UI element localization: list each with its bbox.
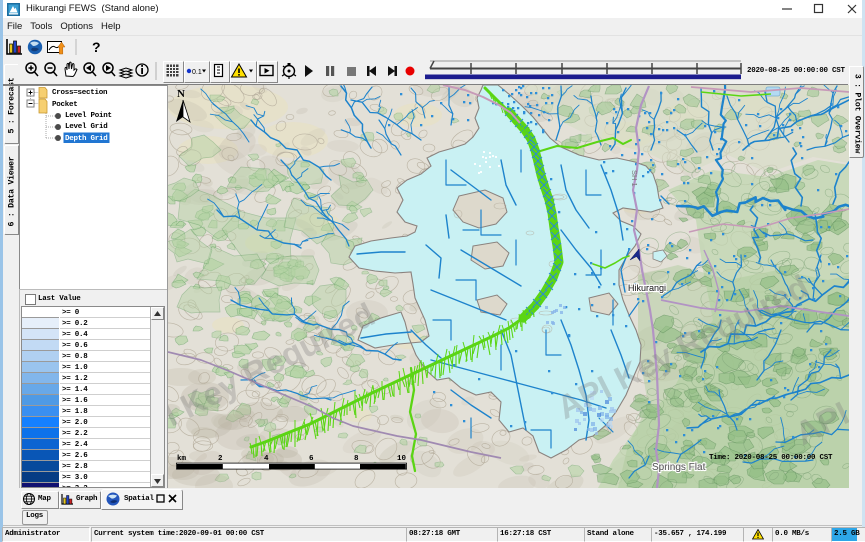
svg-text:km: km (177, 455, 187, 463)
svg-text:8: 8 (354, 455, 359, 463)
svg-text:10: 10 (397, 455, 407, 463)
svg-text:4: 4 (264, 455, 269, 463)
svg-text:2: 2 (218, 455, 223, 463)
svg-text:6: 6 (309, 455, 314, 463)
svg-text:Springs Flat: Springs Flat (652, 462, 706, 473)
svg-text:N: N (177, 88, 185, 100)
svg-text:?: ? (92, 39, 101, 55)
svg-text:Hikurangi: Hikurangi (628, 283, 666, 293)
svg-text:Time: 2020-08-25 00:00:00 CST: Time: 2020-08-25 00:00:00 CST (709, 454, 833, 462)
svg-text:SH 1: SH 1 (630, 170, 639, 187)
svg-text:0.1: 0.1 (192, 69, 202, 76)
